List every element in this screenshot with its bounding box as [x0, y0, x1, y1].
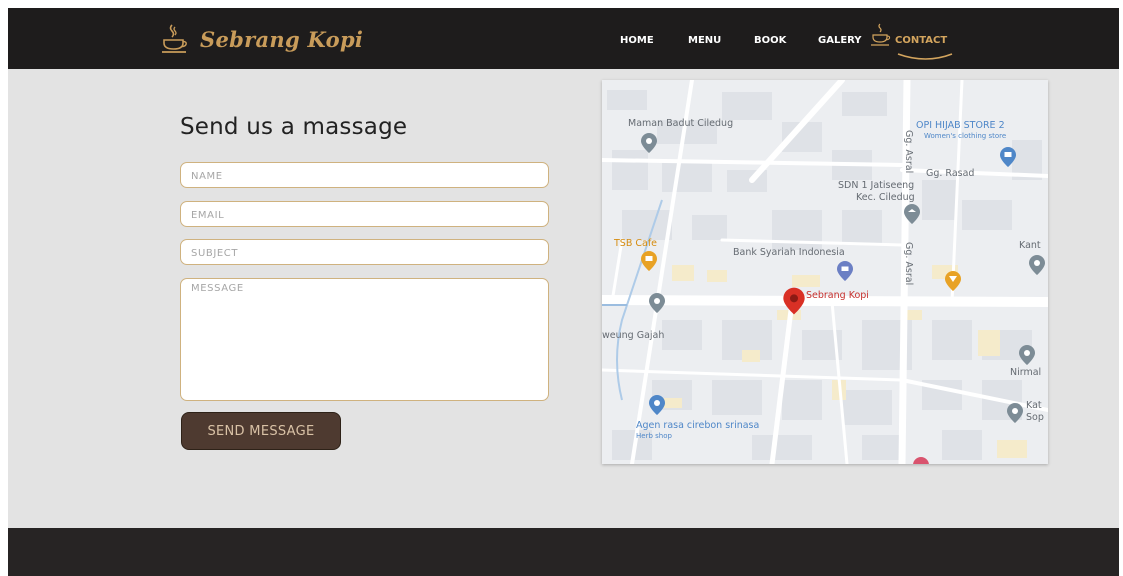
map-pin-icon[interactable] — [782, 286, 806, 316]
page: Sebrang Kopi HOME MENU BOOK GALERY CONTA… — [8, 8, 1119, 576]
map-label: Maman Badut Ciledug — [628, 118, 734, 129]
map-label: Gg. Rasad — [926, 168, 975, 179]
map-pin-icon[interactable] — [903, 203, 921, 225]
map-label: Agen rasa cirebon srinasa — [636, 420, 760, 431]
map-pin-icon[interactable] — [648, 292, 666, 314]
map-pin-icon[interactable] — [640, 250, 658, 272]
nav-galery[interactable]: GALERY — [818, 35, 862, 47]
map-label: Herb shop — [636, 432, 672, 440]
map-label: Women's clothing store — [924, 132, 1007, 140]
map-label: Gg. Asral — [903, 242, 914, 286]
map-label: Kant — [1019, 240, 1041, 251]
footer — [8, 528, 1119, 576]
nav-menu[interactable]: MENU — [688, 35, 721, 47]
coffee-cup-icon — [162, 24, 187, 53]
map-label: Sop — [1026, 412, 1044, 423]
name-field[interactable] — [180, 162, 549, 188]
map-pin-icon[interactable] — [1028, 254, 1046, 276]
map-label: Bank Syariah Indonesia — [733, 247, 845, 258]
message-field[interactable] — [180, 278, 549, 401]
map-pin-icon[interactable] — [944, 270, 962, 292]
map-label: Kec. Ciledug — [856, 192, 915, 203]
coffee-cup-icon — [871, 23, 891, 46]
map-label: SDN 1 Jatiseeng — [838, 180, 915, 191]
nav-book[interactable]: BOOK — [754, 35, 786, 47]
active-underline — [897, 53, 953, 60]
brand-logo[interactable]: Sebrang Kopi — [160, 22, 363, 56]
form-title: Send us a massage — [180, 114, 408, 140]
map-pin-icon[interactable] — [836, 260, 854, 282]
navbar: Sebrang Kopi HOME MENU BOOK GALERY CONTA… — [8, 8, 1119, 69]
map-pin-icon[interactable] — [999, 146, 1017, 168]
email-field[interactable] — [180, 201, 549, 227]
map-label: Nirmal — [1010, 367, 1042, 378]
map-embed[interactable]: Maman Badut Ciledug OPI HIJAB STORE 2 Wo… — [602, 80, 1048, 464]
subject-field[interactable] — [180, 239, 549, 265]
map-pin-icon[interactable] — [640, 132, 658, 154]
brand-name: Sebrang Kopi — [200, 26, 364, 52]
map-label: Kat — [1026, 400, 1042, 411]
map-label: weung Gajah — [602, 330, 665, 341]
map-label: TSB Cafe — [614, 238, 658, 249]
nav-contact[interactable]: CONTACT — [895, 35, 947, 47]
send-message-button[interactable]: SEND MESSAGE — [181, 412, 341, 450]
map-pin-icon[interactable] — [648, 394, 666, 416]
map-label: OPI HIJAB STORE 2 — [916, 120, 1005, 131]
nav-home[interactable]: HOME — [620, 35, 654, 47]
map-label: Gg. Asral — [903, 130, 914, 174]
map-label: Sebrang Kopi — [806, 290, 869, 301]
map-pin-icon[interactable] — [1006, 402, 1024, 424]
map-pin-icon[interactable] — [912, 456, 930, 464]
map-pin-icon[interactable] — [1018, 344, 1036, 366]
